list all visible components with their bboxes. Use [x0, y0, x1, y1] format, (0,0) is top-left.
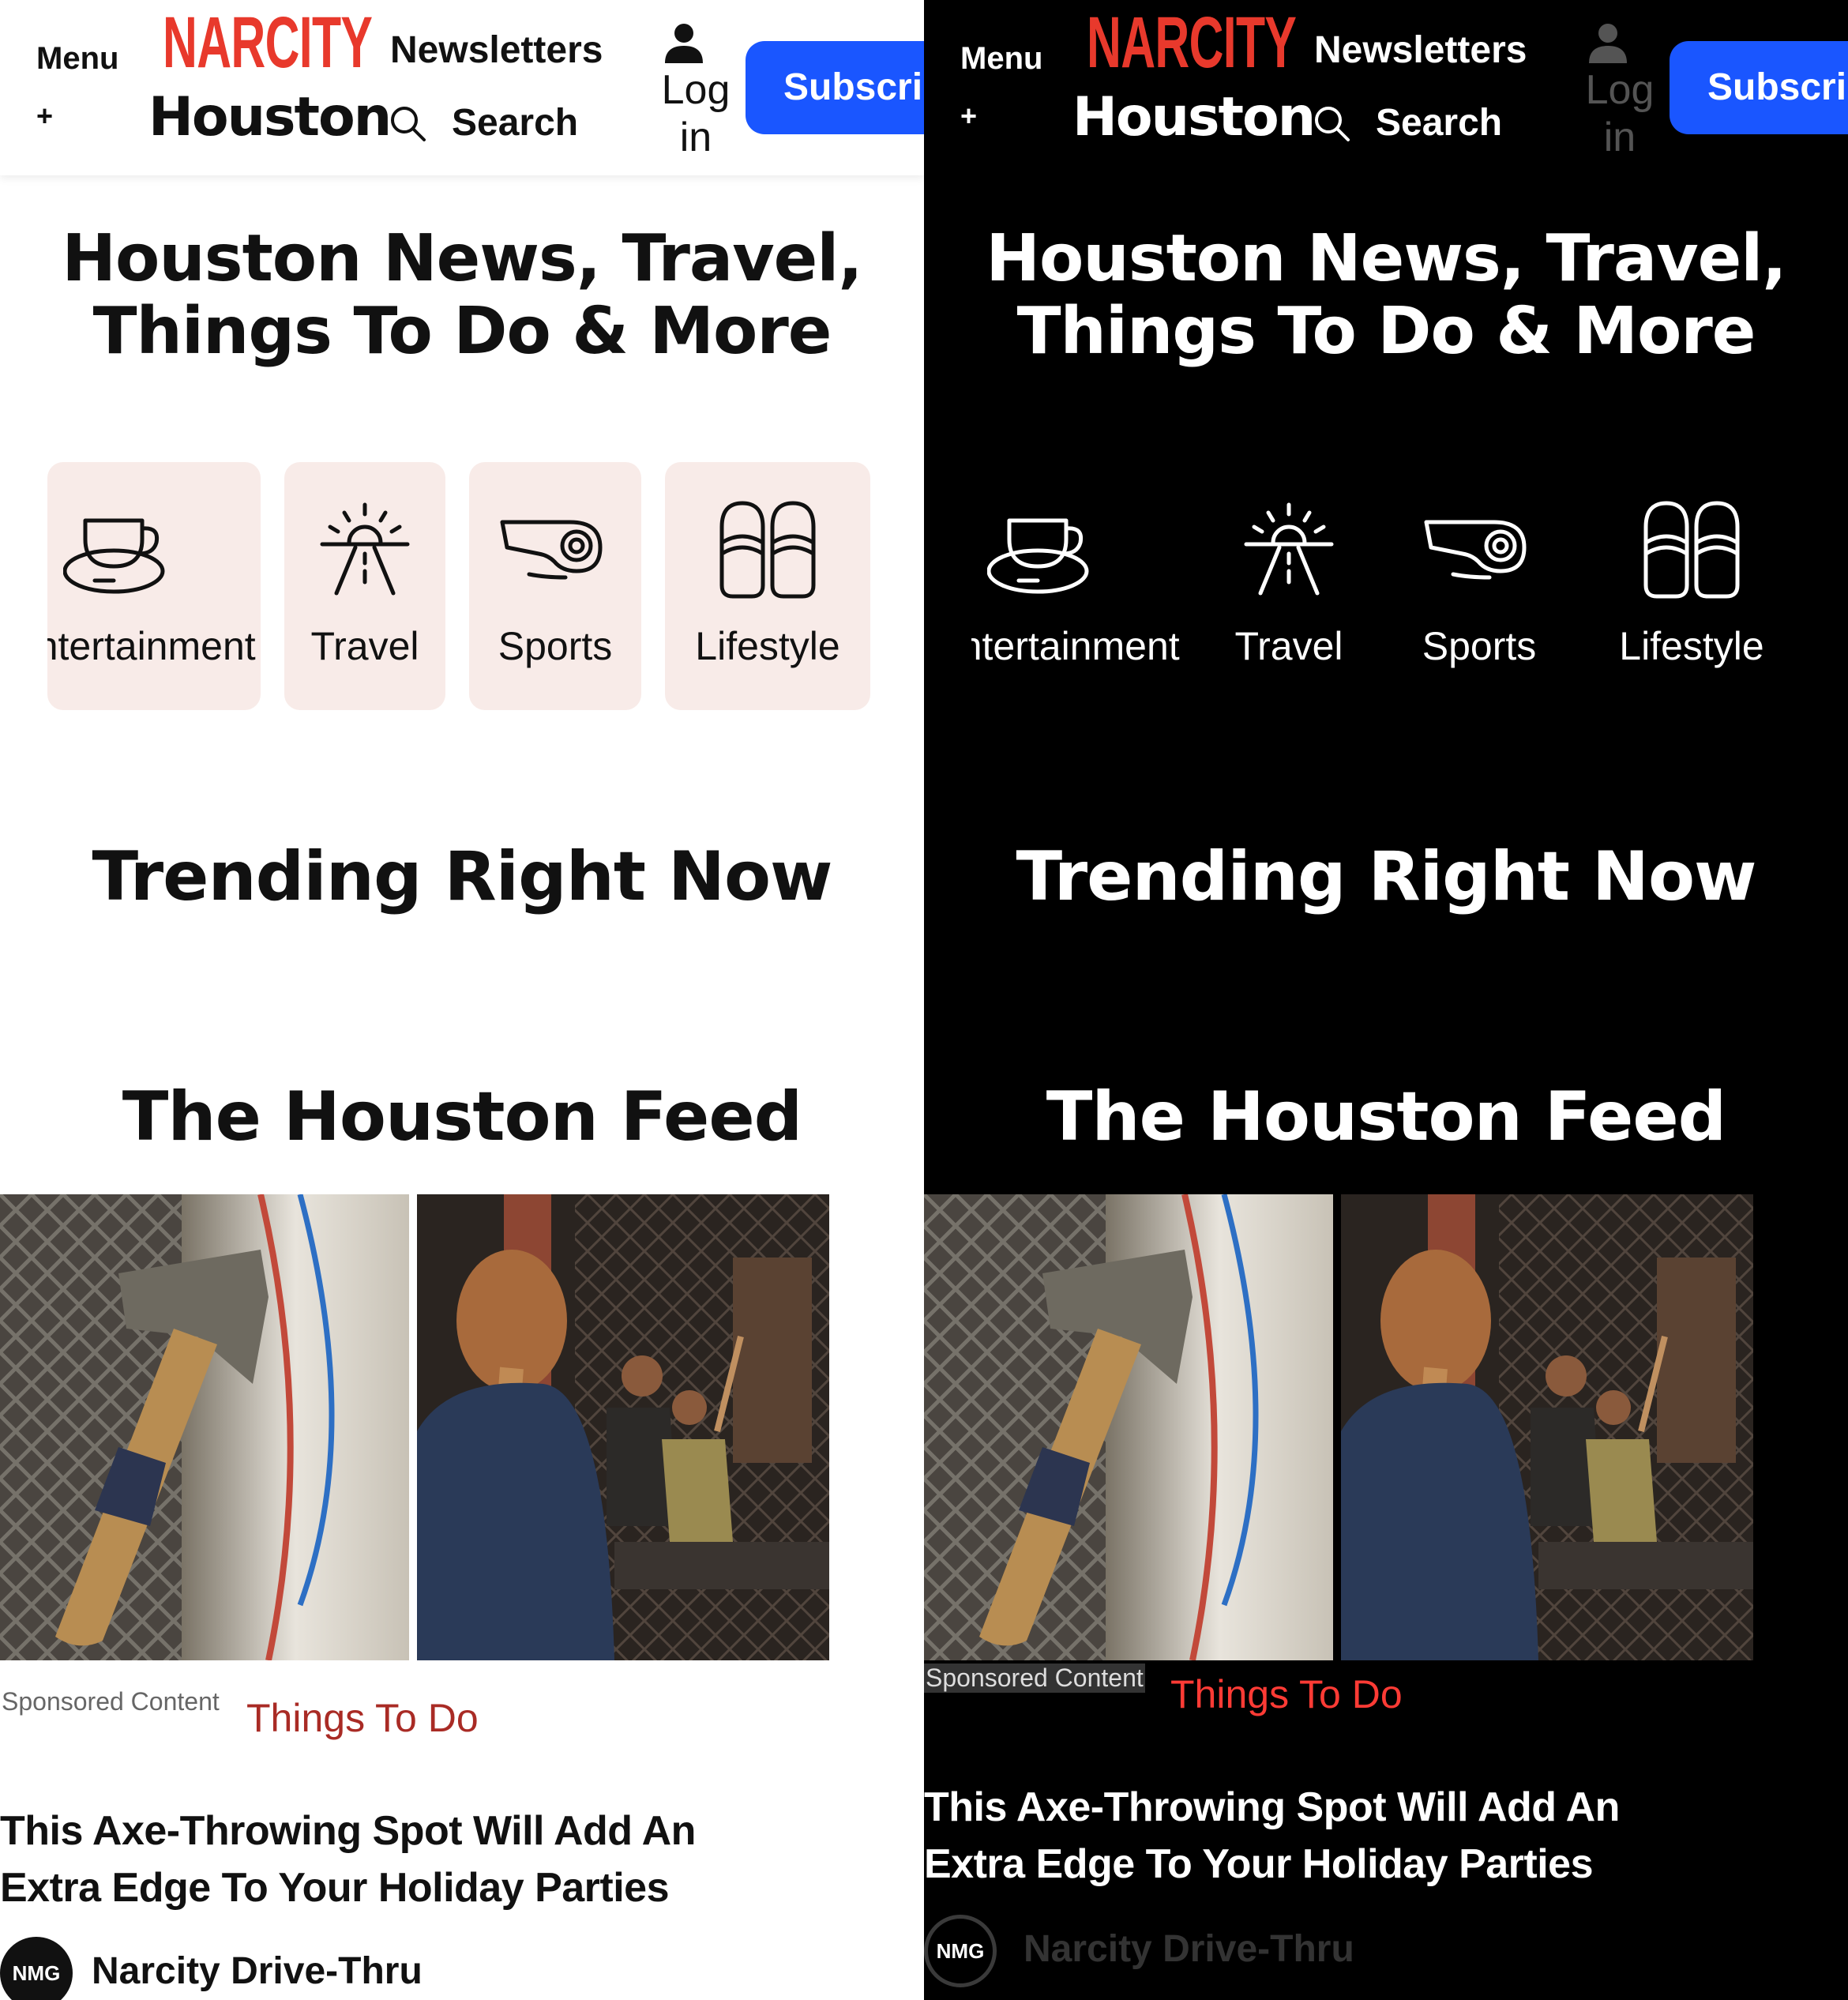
- category-sports[interactable]: Sports: [1393, 462, 1565, 710]
- newsletters-link[interactable]: Newsletters: [1314, 28, 1527, 72]
- category-label: Lifestyle: [1619, 624, 1764, 668]
- login-link[interactable]: Log in: [660, 66, 731, 161]
- trending-heading: Trending Right Now: [92, 837, 833, 916]
- author-name[interactable]: Narcity Drive-Thru: [92, 1949, 423, 1993]
- category-label: Travel: [1234, 624, 1343, 668]
- page-title: Houston News, Travel, Things To Do & Mor…: [924, 223, 1848, 368]
- newsletters-link[interactable]: Newsletters: [390, 28, 603, 72]
- subscribe-button[interactable]: Subscribe: [746, 41, 924, 134]
- trending-heading: Trending Right Now: [1016, 837, 1757, 916]
- category-label: Travel: [310, 624, 419, 668]
- author-avatar[interactable]: NMG: [0, 1937, 73, 2000]
- feed-heading: The Houston Feed: [122, 1077, 802, 1156]
- sponsored-badge: Sponsored Content: [924, 1664, 1145, 1693]
- site-header: Menu + NARCITY Houston Newsletters Searc…: [924, 0, 1848, 175]
- category-label: Sports: [498, 624, 613, 668]
- search-icon[interactable]: [1313, 104, 1350, 142]
- city-logo[interactable]: Houston: [1072, 86, 1316, 148]
- author-avatar[interactable]: NMG: [924, 1915, 997, 1987]
- menu-button[interactable]: Menu: [960, 41, 1042, 77]
- site-header: Menu + NARCITY Houston Newsletters Searc…: [0, 0, 924, 175]
- coffee-cup-icon: [63, 518, 165, 594]
- slippers-icon: [719, 501, 816, 599]
- whistle-icon: [500, 520, 603, 580]
- category-travel[interactable]: Travel: [1208, 462, 1369, 710]
- author-name[interactable]: Narcity Drive-Thru: [1024, 1927, 1354, 1971]
- light-mode-screen: Menu + NARCITY Houston Newsletters Searc…: [0, 0, 924, 2000]
- search-link[interactable]: Search: [1376, 101, 1502, 145]
- dark-mode-screen: Menu + NARCITY Houston Newsletters Searc…: [924, 0, 1848, 2000]
- search-link[interactable]: Search: [452, 101, 578, 145]
- category-lifestyle[interactable]: Lifestyle: [665, 462, 870, 710]
- narcity-logo[interactable]: NARCITY: [1087, 2, 1297, 83]
- slippers-icon: [1643, 501, 1740, 599]
- coffee-cup-icon: [987, 518, 1089, 594]
- whistle-icon: [1424, 520, 1527, 580]
- page-title-line2: Things To Do & More: [92, 294, 832, 369]
- category-entertainment[interactable]: Entertainment: [971, 462, 1185, 710]
- page-title: Houston News, Travel, Things To Do & Mor…: [0, 223, 924, 368]
- category-lifestyle[interactable]: Lifestyle: [1589, 462, 1794, 710]
- article-title[interactable]: This Axe-Throwing Spot Will Add An Extra…: [924, 1779, 1730, 1893]
- sunrise-road-icon: [1244, 502, 1334, 596]
- axe-throwing-people-photo[interactable]: [1341, 1194, 1753, 1660]
- menu-expand-icon[interactable]: +: [960, 100, 977, 133]
- menu-button[interactable]: Menu: [36, 41, 118, 77]
- axe-photo[interactable]: [924, 1194, 1333, 1660]
- article-title[interactable]: This Axe-Throwing Spot Will Add An Extra…: [0, 1803, 806, 1916]
- user-icon[interactable]: [662, 22, 706, 65]
- axe-throwing-people-photo[interactable]: [417, 1194, 829, 1660]
- article-category-link[interactable]: Things To Do: [246, 1695, 479, 1741]
- category-travel[interactable]: Travel: [284, 462, 445, 710]
- search-icon[interactable]: [389, 104, 426, 142]
- sunrise-road-icon: [320, 502, 410, 596]
- category-label: Entertainment: [47, 624, 256, 668]
- category-label: Lifestyle: [695, 624, 840, 668]
- narcity-logo[interactable]: NARCITY: [163, 2, 373, 83]
- subscribe-button[interactable]: Subscribe: [1670, 41, 1848, 134]
- page-title-line1: Houston News, Travel,: [62, 221, 862, 296]
- axe-photo[interactable]: [0, 1194, 409, 1660]
- page-title-line1: Houston News, Travel,: [986, 221, 1786, 296]
- category-label: Entertainment: [971, 624, 1180, 668]
- article-category-link[interactable]: Things To Do: [1170, 1671, 1403, 1717]
- user-icon[interactable]: [1586, 22, 1630, 65]
- sponsored-badge: Sponsored Content: [2, 1687, 220, 1716]
- category-label: Sports: [1422, 624, 1537, 668]
- page-title-line2: Things To Do & More: [1016, 294, 1756, 369]
- category-sports[interactable]: Sports: [469, 462, 641, 710]
- category-entertainment[interactable]: Entertainment: [47, 462, 261, 710]
- city-logo[interactable]: Houston: [148, 86, 392, 148]
- login-link[interactable]: Log in: [1584, 66, 1655, 161]
- feed-heading: The Houston Feed: [1046, 1077, 1726, 1156]
- menu-expand-icon[interactable]: +: [36, 100, 53, 133]
